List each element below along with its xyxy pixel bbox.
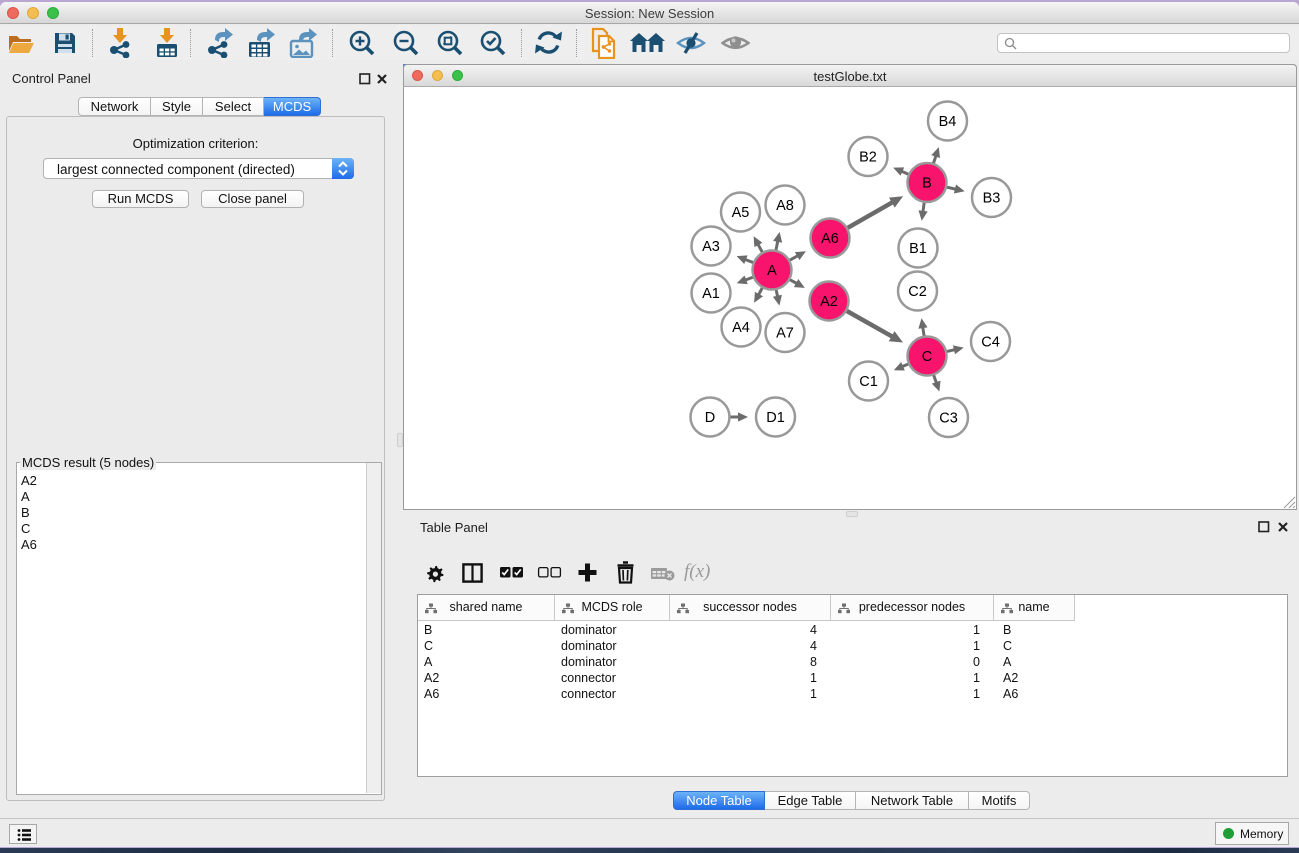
svg-text:C1: C1 <box>859 374 878 390</box>
svg-text:A5: A5 <box>732 205 750 221</box>
svg-text:A: A <box>767 263 777 279</box>
svg-text:A6: A6 <box>821 231 839 247</box>
svg-text:C: C <box>922 349 932 365</box>
svg-text:C2: C2 <box>908 284 927 300</box>
svg-text:D: D <box>705 410 715 426</box>
svg-text:C4: C4 <box>981 335 1000 351</box>
svg-text:A3: A3 <box>702 239 720 255</box>
svg-text:B4: B4 <box>939 114 957 130</box>
svg-text:A1: A1 <box>702 286 720 302</box>
svg-text:B2: B2 <box>859 150 877 166</box>
svg-text:B1: B1 <box>909 241 927 257</box>
svg-text:A7: A7 <box>776 326 794 342</box>
svg-text:D1: D1 <box>766 410 785 426</box>
svg-text:A4: A4 <box>732 320 750 336</box>
svg-text:C3: C3 <box>939 411 958 427</box>
svg-text:A8: A8 <box>776 198 794 214</box>
svg-text:B3: B3 <box>983 191 1001 207</box>
svg-text:B: B <box>922 176 932 192</box>
svg-text:A2: A2 <box>820 294 838 310</box>
